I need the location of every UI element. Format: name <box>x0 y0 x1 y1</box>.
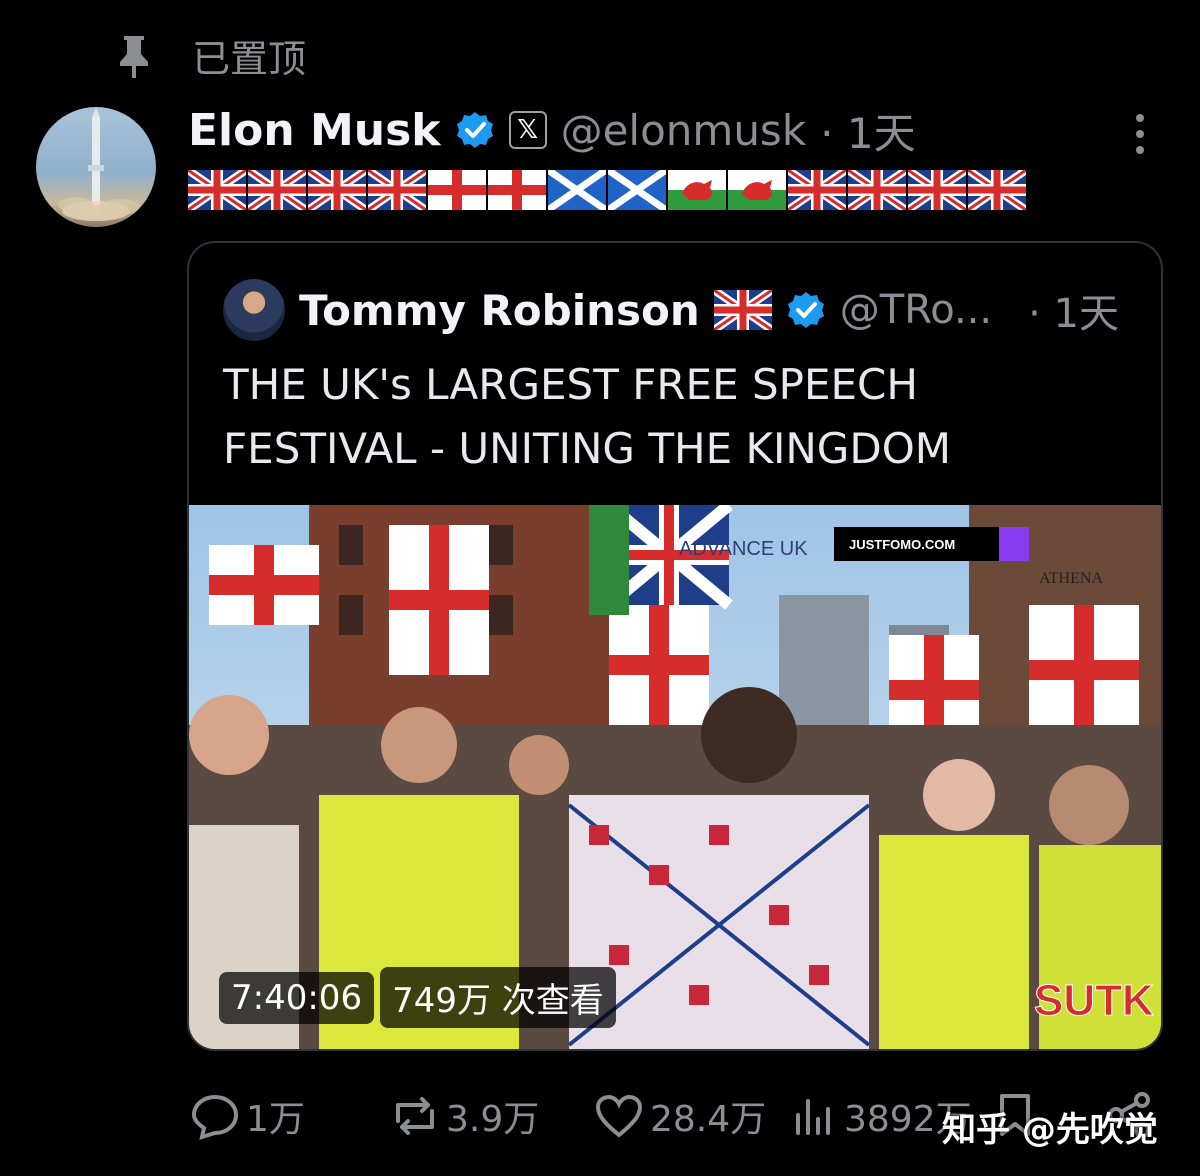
reply-icon <box>191 1094 239 1140</box>
author-avatar[interactable] <box>36 107 156 227</box>
pin-icon <box>120 35 148 78</box>
pinned-label: 已置顶 <box>192 37 307 81</box>
verified-badge-icon[interactable] <box>786 290 826 330</box>
pinned-indicator: 已置顶 <box>112 28 306 83</box>
uk-flag-icon <box>908 170 966 210</box>
quoted-author-name[interactable]: Tommy Robinson <box>299 286 700 335</box>
verified-badge-icon[interactable] <box>455 110 495 150</box>
x-affiliate-icon[interactable]: 𝕏 <box>508 111 547 149</box>
wales-flag-icon <box>728 170 786 210</box>
quoted-text-line-1: THE UK's LARGEST FREE SPEECH <box>223 360 918 409</box>
athena-logo: ATHENA <box>1039 570 1103 587</box>
like-count: 28.4万 <box>650 1099 767 1140</box>
heart-icon <box>595 1094 643 1138</box>
quoted-tweet[interactable]: Tommy Robinson @TRo... · 1天 THE UK's LAR… <box>187 241 1163 1051</box>
uk-flag-icon <box>248 170 306 210</box>
uk-flag-icon <box>713 290 772 330</box>
tweet-text-flags <box>188 170 1026 210</box>
video-duration: 7:40:06 <box>219 971 375 1024</box>
zhihu-watermark: 知乎 @先吹觉 <box>942 1110 1158 1150</box>
video-overlay: 7:40:06 749万 次查看 <box>219 967 616 1028</box>
quoted-tweet-text: THE UK's LARGEST FREE SPEECH FESTIVAL - … <box>223 353 1123 481</box>
repost-count: 3.9万 <box>446 1099 540 1140</box>
repost-icon <box>396 1097 434 1135</box>
rocket-image <box>58 107 140 221</box>
quoted-tweet-time[interactable]: · 1天 <box>1028 281 1119 339</box>
scotland-flag-icon <box>548 170 606 210</box>
england-flag-icon <box>428 170 486 210</box>
tweet-header: Elon Musk 𝕏 @elonmusk · 1天 <box>188 100 916 160</box>
wales-flag-icon <box>668 170 726 210</box>
advance-uk-logo: ADVANCE UK <box>679 538 808 560</box>
video-views: 749万 次查看 <box>380 967 616 1028</box>
uk-flag-icon <box>308 170 366 210</box>
video-player[interactable]: JUSTFOMO.COM ADVANCE UK ATHENA SUTK 7:40… <box>189 505 1161 1049</box>
uk-flag-icon <box>848 170 906 210</box>
sutk-logo: SUTK <box>1034 976 1154 1025</box>
justfomo-logo: JUSTFOMO.COM <box>849 537 955 552</box>
reply-count: 1万 <box>246 1099 305 1140</box>
quoted-header: Tommy Robinson @TRo... · 1天 <box>223 279 1133 341</box>
views-chart-icon <box>796 1099 830 1135</box>
quoted-author-avatar[interactable] <box>223 279 285 341</box>
uk-flag-icon <box>368 170 426 210</box>
tweet-time[interactable]: · 1天 <box>820 100 915 161</box>
repost-button[interactable]: 3.9万 <box>390 1090 539 1142</box>
reply-button[interactable]: 1万 <box>190 1090 305 1142</box>
author-handle[interactable]: @elonmusk <box>561 106 807 155</box>
uk-flag-icon <box>788 170 846 210</box>
england-flag-icon <box>488 170 546 210</box>
quoted-text-line-2: FESTIVAL - UNITING THE KINGDOM <box>223 424 951 473</box>
like-button[interactable]: 28.4万 <box>594 1090 766 1142</box>
scotland-flag-icon <box>608 170 666 210</box>
uk-flag-icon <box>188 170 246 210</box>
quoted-author-handle[interactable]: @TRo... <box>840 287 992 333</box>
more-options-icon[interactable] <box>1128 112 1152 156</box>
author-name[interactable]: Elon Musk <box>188 105 441 156</box>
uk-flag-icon <box>968 170 1026 210</box>
